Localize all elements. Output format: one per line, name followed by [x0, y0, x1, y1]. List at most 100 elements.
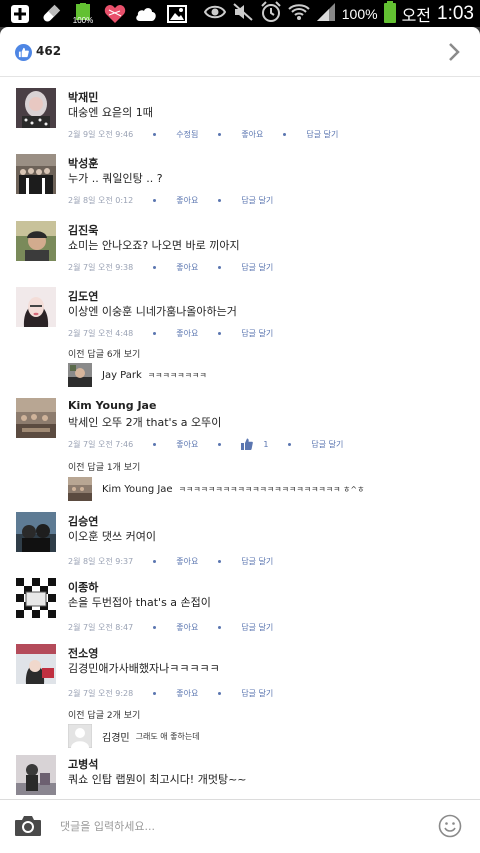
- clock-time: 1:03: [437, 2, 474, 24]
- comment-meta: 2월 9일 오전 9:46 수정됨 좋아요 답글 달기: [68, 127, 338, 141]
- camera-icon[interactable]: [14, 814, 42, 838]
- like-button[interactable]: 좋아요: [176, 556, 198, 567]
- comment-time: 2월 8일 오전 9:37: [68, 556, 134, 566]
- comments-panel: 462 박재민 대숭엔 요읃의 1때 2월 9일 오전 9:46 수정됨 좋아요…: [0, 27, 480, 853]
- comment-like-count[interactable]: 1: [241, 438, 268, 450]
- reply-text: ㅋㅋㅋㅋㅋㅋㅋㅋㅋㅋㅋㅋㅋㅋㅋㅋㅋㅋㅋㅋㅋㅋ ㅎ^ㅎ: [178, 484, 365, 494]
- comment-text: 김경민애가사배했자나ㅋㅋㅋㅋㅋ: [68, 662, 220, 675]
- comment-time: 2월 7일 오전 7:46: [68, 439, 134, 449]
- like-count-value: 1: [263, 439, 269, 449]
- battery-icon: [383, 0, 396, 27]
- comment-author[interactable]: 김도연: [68, 288, 98, 304]
- comment-author[interactable]: 이종하: [68, 579, 98, 595]
- avatar[interactable]: [16, 512, 56, 552]
- avatar[interactable]: [16, 287, 56, 327]
- reply-button[interactable]: 답글 달기: [241, 195, 273, 206]
- reply-author[interactable]: Kim Young Jae: [102, 484, 173, 495]
- plus-icon: [9, 3, 31, 25]
- view-previous-replies[interactable]: 이전 답글 2개 보기: [68, 708, 140, 721]
- reply-text: 그래도 애 좋하는데: [135, 731, 200, 741]
- reply-item: 김경민 그래도 애 좋하는데: [68, 724, 200, 748]
- comment-author[interactable]: Kim Young Jae: [68, 399, 156, 412]
- eye-icon: [203, 4, 226, 24]
- battery-percent: 100%: [341, 5, 378, 22]
- reply-author[interactable]: Jay Park: [102, 370, 142, 381]
- like-button[interactable]: 좋아요: [176, 262, 198, 273]
- comment-meta: 2월 8일 오전 0:12 좋아요 답글 달기: [68, 193, 273, 207]
- reply-item: Jay Park ㅋㅋㅋㅋㅋㅋㅋㅋ: [68, 363, 207, 387]
- signal-icon: [316, 2, 336, 26]
- reply-avatar[interactable]: [68, 477, 92, 501]
- comment-time: 2월 7일 오전 4:48: [68, 328, 134, 338]
- like-button[interactable]: 좋아요: [176, 439, 198, 450]
- battery-widget-icon: 100%: [71, 2, 95, 25]
- like-button[interactable]: 좋아요: [241, 129, 263, 140]
- smiley-icon[interactable]: [438, 814, 462, 838]
- comment-text: 대숭엔 요읃의 1때: [68, 106, 153, 119]
- reply-text: ㅋㅋㅋㅋㅋㅋㅋㅋ: [147, 370, 207, 380]
- view-previous-replies[interactable]: 이전 답글 1개 보기: [68, 460, 140, 473]
- comment-text: 손을 두번접아 that's a 손접이: [68, 596, 211, 609]
- comment-author[interactable]: 전소영: [68, 645, 98, 661]
- avatar[interactable]: [16, 221, 56, 261]
- avatar[interactable]: [16, 578, 56, 618]
- mute-icon: [232, 2, 254, 26]
- reply-item: Kim Young Jae ㅋㅋㅋㅋㅋㅋㅋㅋㅋㅋㅋㅋㅋㅋㅋㅋㅋㅋㅋㅋㅋㅋ ㅎ^ㅎ: [68, 477, 364, 501]
- reply-button[interactable]: 답글 달기: [311, 439, 343, 450]
- comment-author[interactable]: 박재민: [68, 89, 98, 105]
- reply-button[interactable]: 답글 달기: [241, 262, 273, 273]
- cloud-icon: [135, 3, 157, 25]
- reply-button[interactable]: 답글 달기: [306, 129, 338, 140]
- reply-button[interactable]: 답글 달기: [241, 556, 273, 567]
- comment-time: 2월 9일 오전 9:46: [68, 129, 134, 139]
- comment-composer: [0, 799, 480, 853]
- comment-list[interactable]: 박재민 대숭엔 요읃의 1때 2월 9일 오전 9:46 수정됨 좋아요 답글 …: [0, 78, 480, 798]
- chevron-right-icon[interactable]: [444, 41, 464, 63]
- battery-widget-label: 100%: [72, 15, 94, 25]
- comment-meta: 2월 7일 오전 4:48 좋아요 답글 달기: [68, 326, 273, 340]
- avatar[interactable]: [16, 755, 56, 795]
- view-previous-replies[interactable]: 이전 답글 6개 보기: [68, 347, 140, 360]
- like-button[interactable]: 좋아요: [176, 195, 198, 206]
- comment-text: 이오훈 댓쓰 커여이: [68, 530, 156, 543]
- comment-meta: 2월 7일 오전 9:28 좋아요 답글 달기: [68, 686, 273, 700]
- comment-author[interactable]: 박성훈: [68, 155, 98, 171]
- comment-time: 2월 8일 오전 0:12: [68, 195, 134, 205]
- comment-time: 2월 7일 오전 8:47: [68, 622, 134, 632]
- like-button[interactable]: 좋아요: [176, 622, 198, 633]
- reply-button[interactable]: 답글 달기: [241, 622, 273, 633]
- reply-button[interactable]: 답글 달기: [241, 328, 273, 339]
- avatar[interactable]: [16, 398, 56, 438]
- alarm-icon: [260, 0, 282, 27]
- status-bar: 100% 100% 오전 1:03: [0, 0, 480, 27]
- comment-text: 누가 .. 쿼일인탕 .. ?: [68, 172, 163, 185]
- comment-meta: 2월 7일 오전 9:38 좋아요 답글 달기: [68, 260, 273, 274]
- clock-ampm: 오전: [401, 7, 432, 25]
- avatar[interactable]: [16, 154, 56, 194]
- like-button[interactable]: 좋아요: [176, 328, 198, 339]
- reply-author[interactable]: 김경민: [102, 729, 130, 744]
- comment-meta: 2월 8일 오전 9:37 좋아요 답글 달기: [68, 554, 273, 568]
- comment-meta: 2월 7일 오전 7:46 좋아요 1 답글 달기: [68, 437, 343, 451]
- likes-header[interactable]: 462: [0, 27, 480, 77]
- comment-author[interactable]: 김진욱: [68, 222, 98, 238]
- wifi-icon: [288, 2, 310, 26]
- comment-input[interactable]: [60, 816, 420, 836]
- reply-avatar[interactable]: [68, 724, 92, 748]
- reply-avatar[interactable]: [68, 363, 92, 387]
- comment-author[interactable]: 김승연: [68, 513, 98, 529]
- comment-meta: 2월 7일 오전 8:47 좋아요 답글 달기: [68, 620, 273, 634]
- comment-author[interactable]: 고병석: [68, 756, 98, 772]
- avatar[interactable]: [16, 88, 56, 128]
- comment-text: 쿼쇼 인탑 랩뭔이 최고시다! 개멋탕~~: [68, 773, 247, 786]
- avatar[interactable]: [16, 644, 56, 684]
- edited-label[interactable]: 수정됨: [176, 129, 198, 140]
- comment-time: 2월 7일 오전 9:38: [68, 262, 134, 272]
- like-icon: [15, 44, 32, 61]
- like-button[interactable]: 좋아요: [176, 688, 198, 699]
- comment-text: 이상엔 이숭훈 니네가훔나올아하는거: [68, 305, 237, 318]
- like-count: 462: [36, 44, 62, 58]
- comment-text: 박세인 오뚜 2개 that's a 오뚜이: [68, 416, 222, 429]
- reply-button[interactable]: 답글 달기: [241, 688, 273, 699]
- battery-saver-icon: [40, 3, 62, 25]
